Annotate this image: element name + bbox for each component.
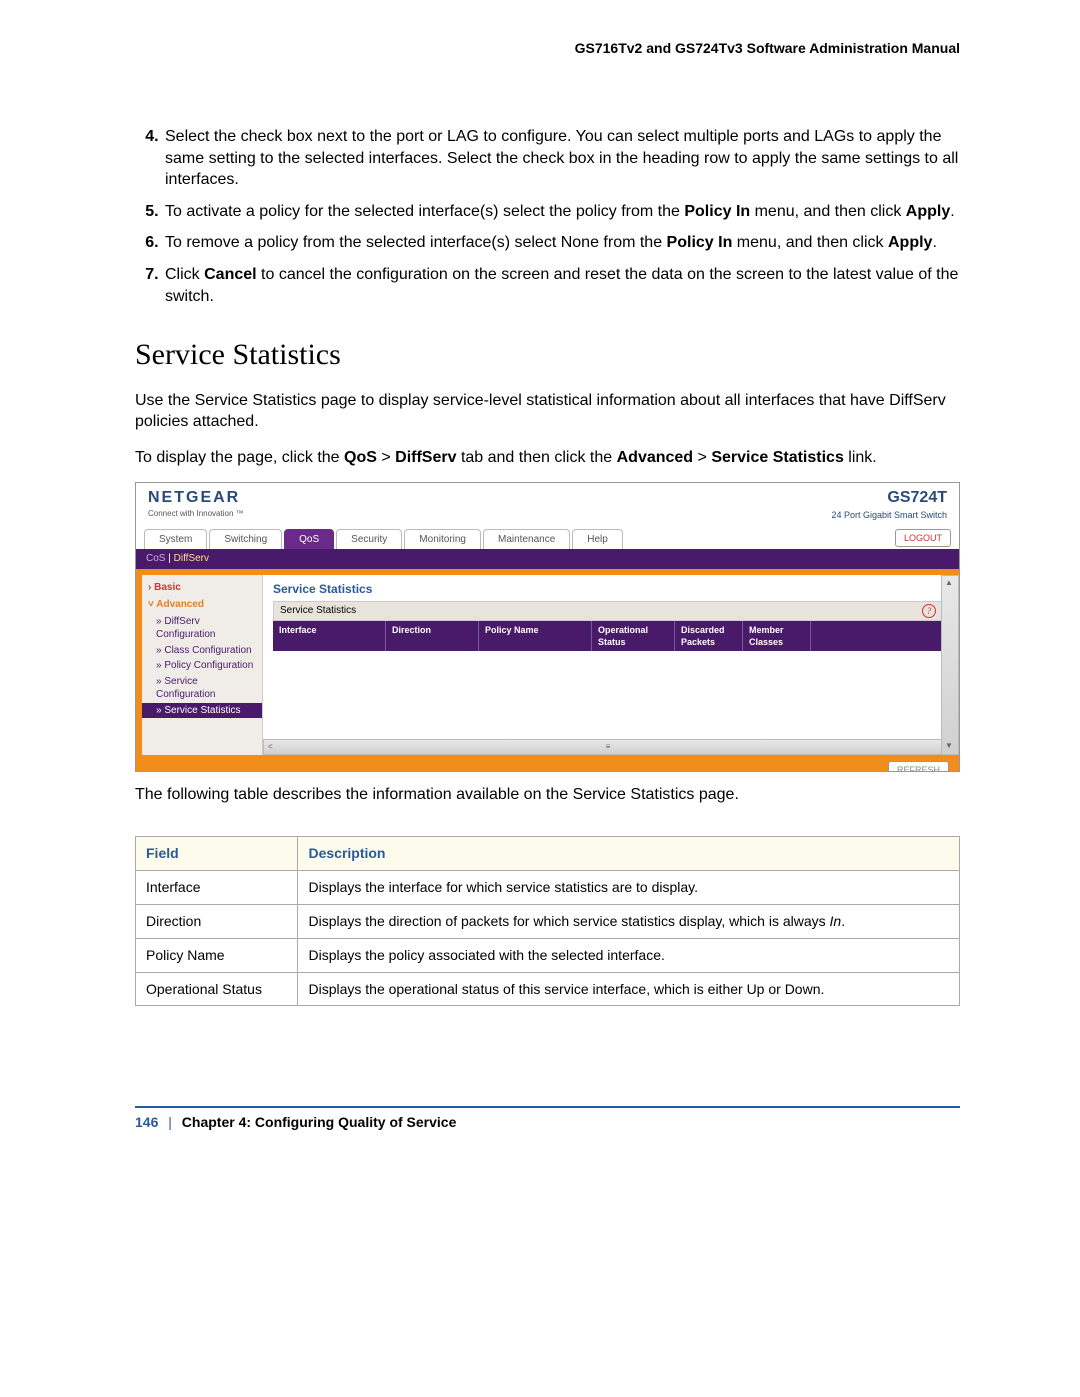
instruction-steps: Select the check box next to the port or… xyxy=(135,126,960,307)
step-6: To remove a policy from the selected int… xyxy=(163,232,960,254)
main-panel: Service Statistics Service Statistics ? … xyxy=(263,575,953,755)
page-number: 146 xyxy=(135,1114,158,1130)
col-interface: Interface xyxy=(273,621,386,651)
navigation-paragraph: To display the page, click the QoS > Dif… xyxy=(135,447,960,469)
sidebar-basic[interactable]: › Basic xyxy=(142,579,262,597)
panel-subheader: Service Statistics ? xyxy=(273,601,943,621)
horizontal-scrollbar[interactable]: < ≡ > xyxy=(263,739,953,755)
model-label: GS724T 24 Port Gigabit Smart Switch xyxy=(831,487,947,521)
col-discarded-packets: Discarded Packets xyxy=(675,621,743,651)
sidebar-item-class-config[interactable]: » Class Configuration xyxy=(142,643,262,659)
col-operational-status: Operational Status xyxy=(592,621,675,651)
main-tabs-row: System Switching QoS Security Monitoring… xyxy=(136,527,959,549)
after-screenshot-text: The following table describes the inform… xyxy=(135,784,960,806)
step-5: To activate a policy for the selected in… xyxy=(163,201,960,223)
th-description: Description xyxy=(298,837,960,871)
section-heading: Service Statistics xyxy=(135,335,960,376)
sidebar-item-service-config[interactable]: » Service Configuration xyxy=(142,674,262,703)
vertical-scrollbar[interactable] xyxy=(941,575,959,755)
embedded-screenshot: NETGEAR Connect with Innovation ™ GS724T… xyxy=(135,482,960,772)
tab-qos[interactable]: QoS xyxy=(284,529,334,550)
sidebar-advanced[interactable]: ˅ Advanced xyxy=(142,596,262,614)
tab-help[interactable]: Help xyxy=(572,529,623,550)
th-field: Field xyxy=(136,837,298,871)
col-direction: Direction xyxy=(386,621,479,651)
stats-table-header: Interface Direction Policy Name Operatio… xyxy=(273,621,943,651)
step-4-text: Select the check box next to the port or… xyxy=(165,128,958,188)
running-header: GS716Tv2 and GS724Tv3 Software Administr… xyxy=(135,40,960,56)
table-row: Direction Displays the direction of pack… xyxy=(136,904,960,938)
tab-monitoring[interactable]: Monitoring xyxy=(404,529,481,550)
sub-tabs-row: CoS | DiffServ xyxy=(136,549,959,569)
help-icon[interactable]: ? xyxy=(922,604,936,618)
field-description-table: Field Description Interface Displays the… xyxy=(135,836,960,1006)
subtab-cos[interactable]: CoS xyxy=(146,553,165,564)
table-row: Operational Status Displays the operatio… xyxy=(136,972,960,1006)
table-row: Interface Displays the interface for whi… xyxy=(136,870,960,904)
col-member-classes: Member Classes xyxy=(743,621,811,651)
page-footer: 146 | Chapter 4: Configuring Quality of … xyxy=(135,1106,960,1130)
intro-paragraph: Use the Service Statistics page to displ… xyxy=(135,390,960,433)
tab-system[interactable]: System xyxy=(144,529,207,550)
netgear-logo: NETGEAR Connect with Innovation ™ xyxy=(148,487,244,519)
sidebar: › Basic ˅ Advanced » DiffServ Configurat… xyxy=(142,575,263,755)
refresh-button[interactable]: REFRESH xyxy=(888,761,949,773)
step-7: Click Cancel to cancel the configuration… xyxy=(163,264,960,307)
col-policy-name: Policy Name xyxy=(479,621,592,651)
sidebar-item-service-statistics[interactable]: » Service Statistics xyxy=(142,703,262,719)
tab-maintenance[interactable]: Maintenance xyxy=(483,529,570,550)
tab-switching[interactable]: Switching xyxy=(209,529,282,550)
chapter-label: Chapter 4: Configuring Quality of Servic… xyxy=(182,1114,457,1130)
step-4: Select the check box next to the port or… xyxy=(163,126,960,191)
logout-button[interactable]: LOGOUT xyxy=(895,529,951,547)
sidebar-item-diffserv-config[interactable]: » DiffServ Configuration xyxy=(142,614,262,643)
sidebar-item-policy-config[interactable]: » Policy Configuration xyxy=(142,658,262,674)
tab-security[interactable]: Security xyxy=(336,529,402,550)
table-row: Policy Name Displays the policy associat… xyxy=(136,938,960,972)
subtab-diffserv[interactable]: DiffServ xyxy=(174,553,209,564)
panel-title: Service Statistics xyxy=(273,581,943,597)
